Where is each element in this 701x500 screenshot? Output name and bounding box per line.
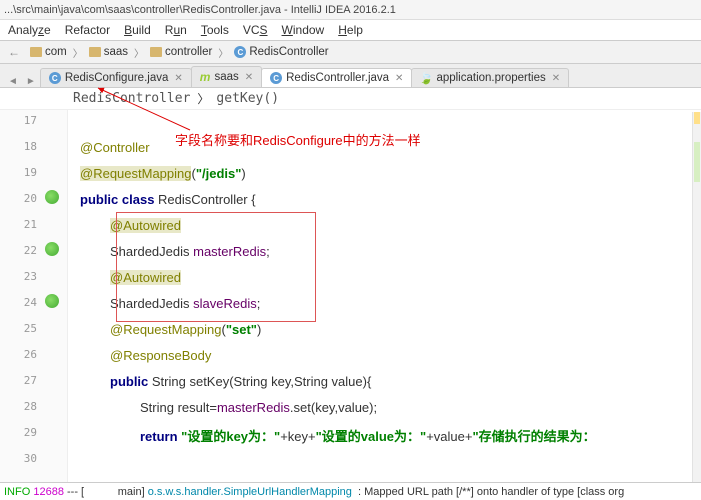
line-number: 17 xyxy=(15,114,37,127)
nav-saas[interactable]: saas xyxy=(85,44,132,60)
leaf-icon: 🍃 xyxy=(420,72,432,84)
error-stripe[interactable] xyxy=(692,112,701,482)
menu-refactor[interactable]: Refactor xyxy=(59,21,116,39)
code-token: @RequestMapping xyxy=(80,166,191,181)
maven-icon: m xyxy=(200,70,211,84)
line-number: 19 xyxy=(15,166,37,179)
nav-com[interactable]: com xyxy=(26,44,71,60)
log-pid: 12688 xyxy=(33,486,64,498)
line-number: 25 xyxy=(15,322,37,335)
close-icon[interactable]: ✕ xyxy=(243,72,253,83)
navigation-bar: ← com 〉 saas 〉 controller 〉 CRedisContro… xyxy=(0,40,701,64)
chevron-icon: 〉 xyxy=(218,45,228,60)
folder-icon xyxy=(89,47,101,57)
editor-tabs: ◄ ► CRedisConfigure.java✕ msaas✕ CRedisC… xyxy=(0,64,701,88)
class-icon: C xyxy=(49,72,61,84)
log-class: o.s.w.s.handler.SimpleUrlHandlerMapping xyxy=(148,486,352,498)
menu-build[interactable]: Build xyxy=(118,21,157,39)
change-mark[interactable] xyxy=(694,142,700,182)
tab-saas[interactable]: msaas✕ xyxy=(191,66,262,87)
gutter[interactable]: 17 18 19 20 21 22 23 24 25 26 27 28 29 3… xyxy=(0,110,68,482)
nav-file[interactable]: CRedisController xyxy=(230,44,332,60)
status-bar: INFO 12688 --- [ main] o.s.w.s.handler.S… xyxy=(0,482,701,500)
menu-vcs[interactable]: VCS xyxy=(237,21,274,39)
menu-tools[interactable]: Tools xyxy=(195,21,235,39)
line-number: 26 xyxy=(15,348,37,361)
nav-controller[interactable]: controller xyxy=(146,44,216,60)
line-number: 20 xyxy=(15,192,37,205)
menu-run[interactable]: Run xyxy=(159,21,193,39)
folder-icon xyxy=(30,47,42,57)
tab-application-properties[interactable]: 🍃application.properties✕ xyxy=(411,68,569,87)
gutter-bean-icon[interactable] xyxy=(45,294,61,310)
tab-redisconfigure[interactable]: CRedisConfigure.java✕ xyxy=(40,68,192,87)
code-editor[interactable]: 17 18 19 20 21 22 23 24 25 26 27 28 29 3… xyxy=(0,110,701,482)
editor-breadcrumb: RedisController 〉 getKey() xyxy=(0,88,701,110)
close-icon[interactable]: ✕ xyxy=(550,73,560,84)
title-bar: ...\src\main\java\com\saas\controller\Re… xyxy=(0,0,701,20)
gutter-run-icon[interactable] xyxy=(45,190,61,206)
gutter-bean-icon[interactable] xyxy=(45,242,61,258)
folder-icon xyxy=(150,47,162,57)
line-number: 28 xyxy=(15,400,37,413)
menu-analyze[interactable]: Analyze xyxy=(2,21,57,39)
menu-bar: Analyze Refactor Build Run Tools VCS Win… xyxy=(0,20,701,40)
log-level: INFO xyxy=(4,486,30,498)
line-number: 27 xyxy=(15,374,37,387)
line-number: 24 xyxy=(15,296,37,309)
line-number: 29 xyxy=(15,426,37,439)
breadcrumb-class[interactable]: RedisController xyxy=(68,89,195,108)
nav-back-icon[interactable]: ← xyxy=(4,45,24,59)
annotation-box xyxy=(116,212,316,322)
warning-mark[interactable] xyxy=(694,112,700,124)
window-title: ...\src\main\java\com\saas\controller\Re… xyxy=(4,4,396,16)
tab-scroll-right-icon[interactable]: ► xyxy=(22,76,40,87)
tab-rediscontroller[interactable]: CRedisController.java✕ xyxy=(261,68,412,87)
line-number: 30 xyxy=(15,452,37,465)
chevron-icon: 〉 xyxy=(73,45,83,60)
line-number: 22 xyxy=(15,244,37,257)
code-token: @Controller xyxy=(80,140,150,155)
close-icon[interactable]: ✕ xyxy=(172,73,182,84)
tab-scroll-left-icon[interactable]: ◄ xyxy=(4,76,22,87)
class-icon: C xyxy=(234,46,246,58)
close-icon[interactable]: ✕ xyxy=(393,73,403,84)
chevron-icon: 〉 xyxy=(197,90,209,107)
class-icon: C xyxy=(270,72,282,84)
annotation-text: 字段名称要和RedisConfigure中的方法一样 xyxy=(175,130,421,149)
line-number: 21 xyxy=(15,218,37,231)
menu-help[interactable]: Help xyxy=(332,21,369,39)
chevron-icon: 〉 xyxy=(134,45,144,60)
line-number: 23 xyxy=(15,270,37,283)
line-number: 18 xyxy=(15,140,37,153)
menu-window[interactable]: Window xyxy=(276,21,331,39)
breadcrumb-method[interactable]: getKey() xyxy=(211,89,284,108)
